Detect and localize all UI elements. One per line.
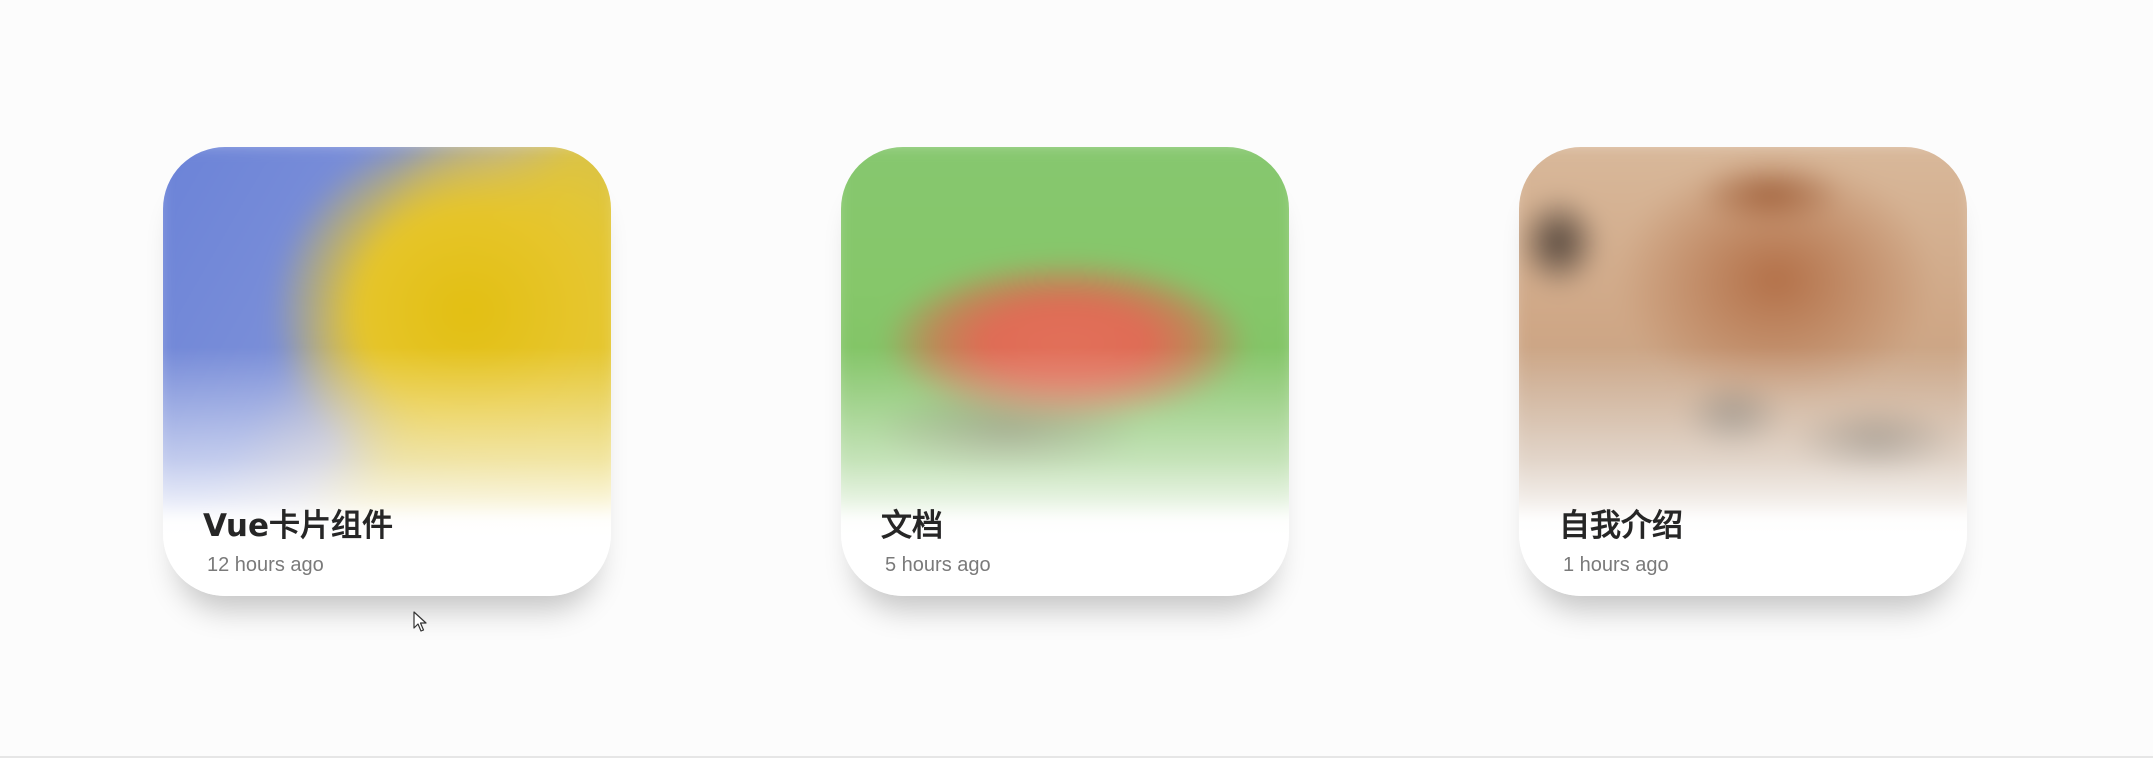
page: Vue卡片组件 12 hours ago 文档 5 hours ago 自我介绍…: [0, 0, 2153, 758]
card-title: 文档: [881, 508, 943, 544]
card-self-introduction[interactable]: 自我介绍 1 hours ago: [1519, 147, 1967, 596]
card-timestamp: 5 hours ago: [885, 554, 991, 576]
card-timestamp: 1 hours ago: [1563, 554, 1669, 576]
card-title: 自我介绍: [1559, 508, 1683, 544]
card-timestamp: 12 hours ago: [207, 554, 324, 576]
mouse-pointer-icon: [413, 611, 427, 632]
card-vue-component[interactable]: Vue卡片组件 12 hours ago: [163, 147, 611, 596]
card-document[interactable]: 文档 5 hours ago: [841, 147, 1289, 596]
card-title: Vue卡片组件: [203, 508, 393, 544]
